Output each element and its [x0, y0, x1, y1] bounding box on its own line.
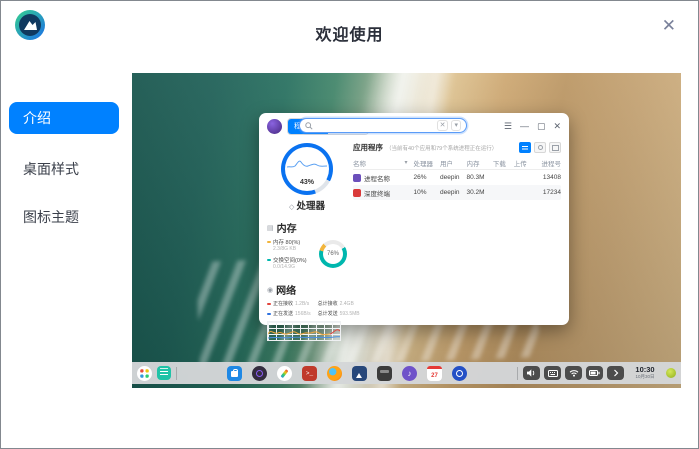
monitor-window-controls: ☰ — ▢ ✕	[504, 121, 561, 132]
network-stats: 正在接收1.2B/s 总计接收 2.4GB 正在发送156B/s 总计发送 59…	[267, 300, 347, 317]
close-icon[interactable]: ✕	[662, 17, 676, 34]
cpu-gauge: 43%	[281, 143, 333, 195]
view-mode-all-icon	[549, 142, 561, 153]
terminal-icon: >_	[302, 366, 317, 381]
search-icon	[305, 122, 313, 130]
camera-icon	[252, 366, 267, 381]
network-chart	[267, 321, 341, 341]
table-row: 深度终端 10% deepin 30.2M 17234	[353, 185, 561, 200]
table-subtitle: （当前有40个应用和79个系统进程正在运行）	[386, 144, 516, 152]
firefox-icon	[327, 366, 342, 381]
window-close-icon: ✕	[553, 121, 561, 132]
menu-icon: ☰	[504, 121, 512, 132]
search-dropdown-icon: ▾	[451, 120, 461, 131]
dock-clock: 10:30 10月30日	[629, 366, 661, 379]
search-clear-icon: ✕	[437, 120, 449, 131]
system-tray	[523, 366, 624, 380]
view-mode-switcher	[519, 142, 561, 153]
draw-icon	[277, 366, 292, 381]
recv-bullet-icon	[267, 303, 271, 305]
network-icon: ◉	[267, 286, 273, 294]
system-monitor-app-icon	[267, 119, 282, 134]
minimize-icon: —	[520, 121, 529, 131]
cpu-label: ◇处理器	[267, 198, 347, 212]
dock: >_ ♪ 27	[132, 362, 681, 384]
memory-section-title: ▤内存	[267, 220, 347, 235]
dock-app-icons: >_ ♪ 27	[227, 366, 467, 381]
process-table: 应用程序 （当前有40个应用和79个系统进程正在运行） 名称 ▾ 处理器 用户	[351, 139, 569, 325]
clock-date: 10月30日	[629, 375, 661, 380]
system-monitor-window: 程序进程 系统服务 ✕ ▾ ☰ — ▢	[259, 113, 569, 325]
view-mode-user-icon	[534, 142, 546, 153]
table-row: 进程名称 26% deepin 80.3M 13408	[353, 170, 561, 185]
keyboard-icon	[544, 366, 561, 380]
process-app-icon	[353, 174, 361, 182]
desktop-preview-image: 程序进程 系统服务 ✕ ▾ ☰ — ▢	[132, 73, 681, 388]
dock-separator	[176, 367, 177, 380]
table-header-row: 名称 ▾ 处理器 用户 内存 下载 上传 进程号	[353, 156, 561, 170]
send-bullet-icon	[267, 313, 271, 315]
memory-bullet-icon	[267, 241, 271, 243]
process-app-icon	[353, 189, 361, 197]
cpu-percent: 43%	[281, 179, 333, 186]
search-controls: ✕ ▾	[437, 120, 461, 131]
trash-icon	[666, 368, 676, 378]
cpu-history-chart	[287, 156, 327, 172]
memory-usage-stat: 内存 80(%) 2.3/8G KB	[267, 238, 319, 252]
gallery-icon	[352, 366, 367, 381]
swap-bullet-icon	[267, 259, 271, 261]
memory-icon: ▤	[267, 224, 274, 232]
printer-icon	[377, 366, 392, 381]
volume-icon	[523, 366, 540, 380]
sidebar-item-icon-theme[interactable]: 图标主题	[9, 201, 119, 233]
sidebar-item-introduction[interactable]: 介绍	[9, 102, 119, 134]
memory-stats: 内存 80(%) 2.3/8G KB 交换空间(0%) 0.0/14.9G	[267, 238, 319, 274]
monitor-search-input: ✕ ▾	[299, 118, 467, 133]
table-title: 应用程序	[353, 142, 383, 153]
memory-percent: 76%	[319, 240, 347, 268]
control-center-icon	[452, 366, 467, 381]
music-icon: ♪	[402, 366, 417, 381]
sort-arrow-icon: ▾	[405, 159, 408, 166]
file-manager-icon	[157, 366, 171, 380]
calendar-day: 27	[431, 371, 438, 381]
maximize-icon: ▢	[537, 121, 546, 132]
view-mode-list-icon	[519, 142, 531, 153]
tray-collapse-icon	[607, 366, 624, 380]
launcher-icon	[137, 366, 152, 381]
battery-icon	[586, 366, 603, 380]
network-section-title: ◉网络	[267, 282, 347, 297]
wifi-icon	[565, 366, 582, 380]
monitor-stats-panel: 43% ◇处理器 ▤内存 内存 80(%) 2.3/8G KB	[259, 139, 351, 325]
sidebar-item-desktop-style[interactable]: 桌面样式	[9, 153, 119, 185]
dock-separator	[517, 367, 518, 380]
monitor-titlebar: 程序进程 系统服务 ✕ ▾ ☰ — ▢	[259, 113, 569, 139]
app-store-icon	[227, 366, 242, 381]
calendar-icon: 27	[427, 366, 442, 381]
memory-gauge: 76%	[319, 240, 347, 268]
page-title: 欢迎使用	[1, 21, 698, 45]
diamond-icon: ◇	[289, 204, 294, 211]
swap-usage-stat: 交换空间(0%) 0.0/14.9G	[267, 256, 319, 270]
